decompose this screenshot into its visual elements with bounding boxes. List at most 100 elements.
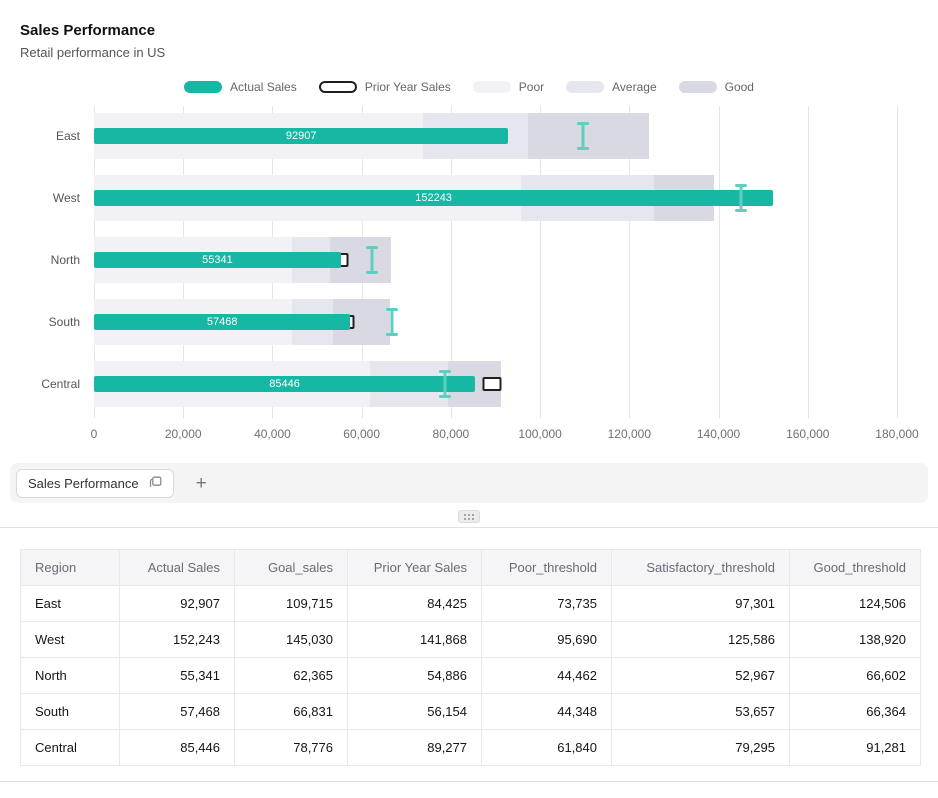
target-stem [391,310,394,334]
goal-target-marker [735,184,747,212]
legend-item-actual-sales[interactable]: Actual Sales [184,80,297,94]
splitter [0,503,938,533]
gridline [719,106,720,418]
cell-good-threshold[interactable]: 66,364 [790,694,921,730]
cell-good-threshold[interactable]: 138,920 [790,622,921,658]
bar-value-label: 85446 [269,376,300,392]
actual-sales-bar[interactable]: 55341 [94,252,341,268]
cell-region[interactable]: East [21,586,120,622]
column-header-prior-year-sales: Prior Year Sales [348,550,482,586]
cell-prior-year-sales[interactable]: 54,886 [348,658,482,694]
cell-goal-sales[interactable]: 62,365 [235,658,348,694]
cell-satisfactory-threshold[interactable]: 125,586 [612,622,790,658]
actual-sales-bar[interactable]: 92907 [94,128,508,144]
goal-target-marker [386,308,398,336]
cell-satisfactory-threshold[interactable]: 52,967 [612,658,790,694]
legend-label-poor: Poor [519,80,544,94]
category-label-west: West [53,191,80,205]
cell-prior-year-sales[interactable]: 141,868 [348,622,482,658]
actual-sales-bar[interactable]: 152243 [94,190,773,206]
cell-goal-sales[interactable]: 109,715 [235,586,348,622]
page-subtitle: Retail performance in US [20,45,918,60]
legend-swatch-prior-year-sales [319,81,357,93]
cell-poor-threshold[interactable]: 44,462 [482,658,612,694]
x-axis: 020,00040,00060,00080,000100,000120,0001… [94,427,897,445]
target-stem [371,248,374,272]
cell-poor-threshold[interactable]: 44,348 [482,694,612,730]
legend-swatch-average [566,81,604,93]
cell-actual-sales[interactable]: 57,468 [120,694,235,730]
cell-poor-threshold[interactable]: 95,690 [482,622,612,658]
cell-actual-sales[interactable]: 92,907 [120,586,235,622]
x-axis-label: 100,000 [518,427,561,441]
cell-prior-year-sales[interactable]: 89,277 [348,730,482,766]
cell-actual-sales[interactable]: 85,446 [120,730,235,766]
category-label-north: North [51,253,80,267]
x-axis-label: 60,000 [343,427,380,441]
cell-actual-sales[interactable]: 55,341 [120,658,235,694]
cell-good-threshold[interactable]: 91,281 [790,730,921,766]
cell-goal-sales[interactable]: 78,776 [235,730,348,766]
table-row: North55,34162,36554,88644,46252,96766,60… [21,658,921,694]
legend-item-poor[interactable]: Poor [473,80,544,94]
category-label-east: East [56,129,80,143]
column-header-poor-threshold: Poor_threshold [482,550,612,586]
table-section: RegionActual SalesGoal_salesPrior Year S… [20,549,918,766]
table-row: Central85,44678,77689,27761,84079,29591,… [21,730,921,766]
bar-value-label: 57468 [207,314,238,330]
legend-label-actual-sales: Actual Sales [230,80,297,94]
actual-sales-bar[interactable]: 57468 [94,314,350,330]
target-stem [582,124,585,148]
x-axis-label: 20,000 [165,427,202,441]
x-axis-label: 160,000 [786,427,829,441]
tab-sales-performance[interactable]: Sales Performance [16,469,174,498]
cell-region[interactable]: North [21,658,120,694]
cell-poor-threshold[interactable]: 73,735 [482,586,612,622]
legend-swatch-good [679,81,717,93]
cell-satisfactory-threshold[interactable]: 53,657 [612,694,790,730]
cell-poor-threshold[interactable]: 61,840 [482,730,612,766]
legend-item-prior-year-sales[interactable]: Prior Year Sales [319,80,451,94]
actual-sales-bar[interactable]: 85446 [94,376,475,392]
splitter-handle[interactable] [458,510,480,523]
category-label-central: Central [41,377,80,391]
legend-item-average[interactable]: Average [566,80,656,94]
data-table: RegionActual SalesGoal_salesPrior Year S… [20,549,921,766]
column-header-region: Region [21,550,120,586]
target-stem [739,186,742,210]
cell-goal-sales[interactable]: 145,030 [235,622,348,658]
cell-prior-year-sales[interactable]: 56,154 [348,694,482,730]
cell-satisfactory-threshold[interactable]: 79,295 [612,730,790,766]
tab-label: Sales Performance [28,476,139,491]
legend-swatch-poor [473,81,511,93]
legend-item-good[interactable]: Good [679,80,754,94]
duplicate-icon[interactable] [148,476,162,490]
x-axis-label: 80,000 [433,427,470,441]
cell-actual-sales[interactable]: 152,243 [120,622,235,658]
table-row: West152,243145,030141,86895,690125,58613… [21,622,921,658]
cell-good-threshold[interactable]: 124,506 [790,586,921,622]
cell-prior-year-sales[interactable]: 84,425 [348,586,482,622]
cell-goal-sales[interactable]: 66,831 [235,694,348,730]
table-row: East92,907109,71584,42573,73597,301124,5… [21,586,921,622]
goal-target-marker [439,370,451,398]
category-label-south: South [49,315,80,329]
column-header-goal-sales: Goal_sales [235,550,348,586]
page-title: Sales Performance [20,22,918,39]
column-header-satisfactory-threshold: Satisfactory_threshold [612,550,790,586]
legend-label-prior-year-sales: Prior Year Sales [365,80,451,94]
x-axis-label: 180,000 [875,427,918,441]
legend-label-good: Good [725,80,754,94]
add-tab-button[interactable]: + [186,474,217,493]
cell-region[interactable]: South [21,694,120,730]
goal-target-marker [577,122,589,150]
plot-wrap: East 92907 West 152243 North 55341 South 57468 C… [0,106,938,445]
gridline [897,106,898,418]
table-row: South57,46866,83156,15444,34853,65766,36… [21,694,921,730]
cell-region[interactable]: Central [21,730,120,766]
bullet-chart: Actual Sales Prior Year Sales Poor Average G… [0,80,938,445]
cell-good-threshold[interactable]: 66,602 [790,658,921,694]
cell-satisfactory-threshold[interactable]: 97,301 [612,586,790,622]
cell-region[interactable]: West [21,622,120,658]
column-header-good-threshold: Good_threshold [790,550,921,586]
